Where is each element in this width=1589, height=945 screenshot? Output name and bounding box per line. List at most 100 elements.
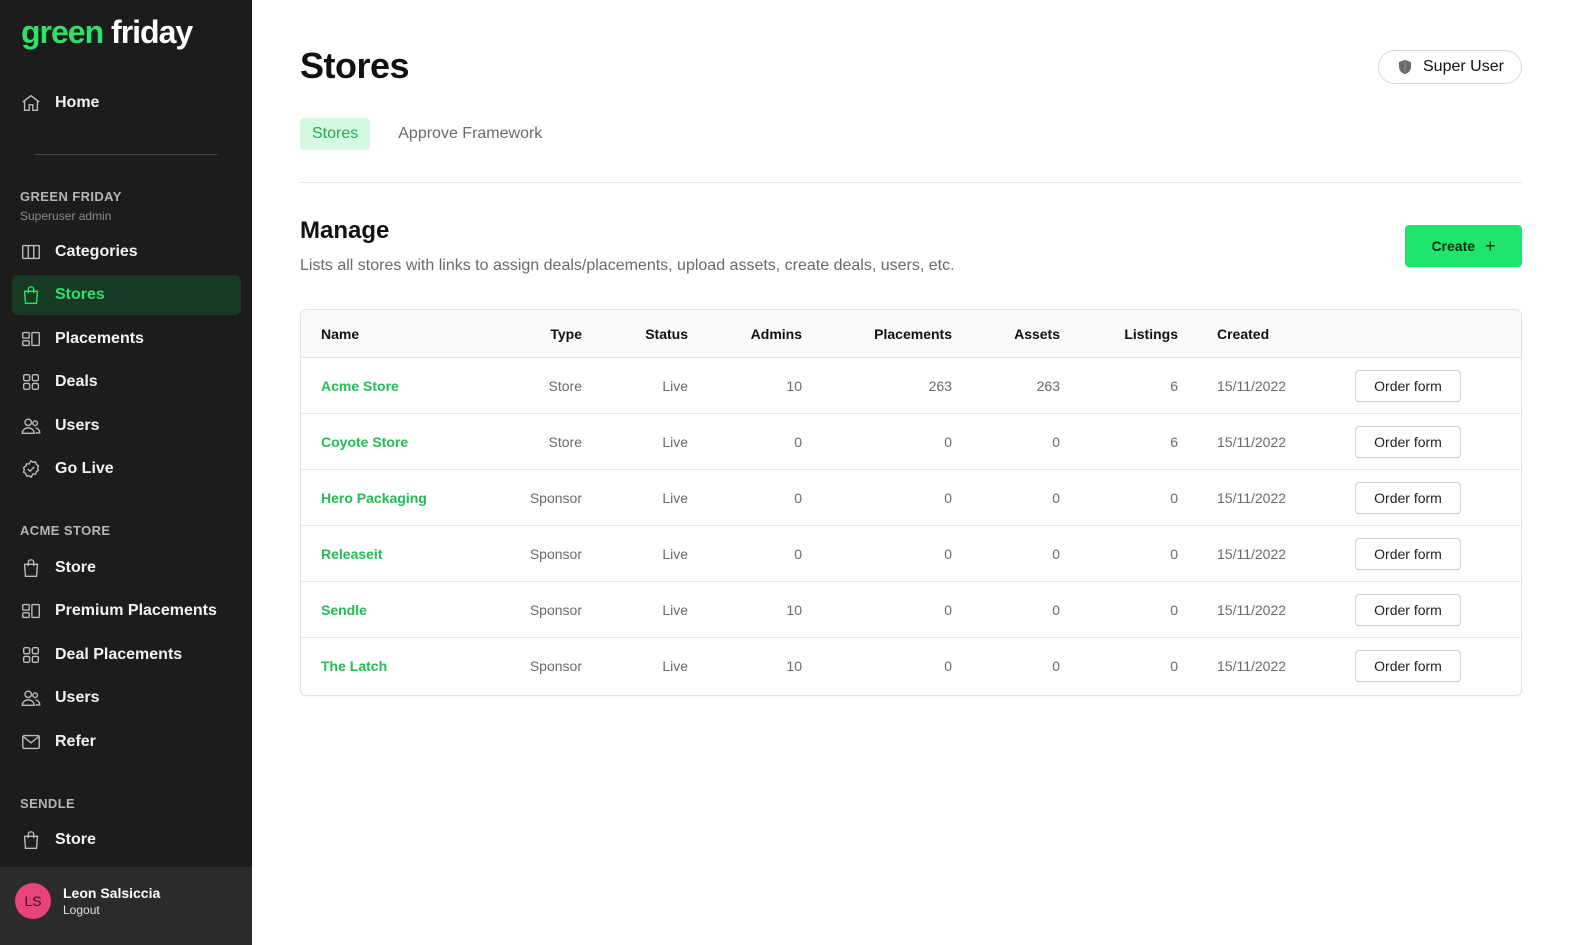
section-subtitle: Superuser admin (20, 209, 112, 223)
role-label: Super User (1423, 58, 1504, 75)
cell-admins: 10 (786, 378, 802, 394)
cell-type: Store (548, 378, 582, 394)
column-header-admins[interactable]: Admins (701, 310, 802, 358)
sidebar-divider (35, 154, 217, 155)
section-description: Lists all stores with links to assign de… (300, 257, 955, 274)
tabs: Stores Approve Framework (300, 118, 554, 150)
column-header-listings[interactable]: Listings (1081, 310, 1178, 358)
logo-part-friday: friday (111, 14, 193, 50)
sidebar-item-label: Users (55, 417, 100, 434)
table-row: Sendle Sponsor Live 10 0 0 0 15/11/2022 … (301, 582, 1521, 638)
sidebar-item-deal-placements[interactable]: Deal Placements (12, 635, 241, 675)
table-row: Coyote Store Store Live 0 0 0 6 15/11/20… (301, 414, 1521, 470)
cell-type: Sponsor (529, 602, 582, 618)
sidebar-item-deals[interactable]: Deals (12, 362, 241, 402)
table-row: Acme Store Store Live 10 263 263 6 15/11… (301, 358, 1521, 414)
store-name-link[interactable]: Acme Store (321, 358, 399, 414)
section-divider (300, 182, 1522, 183)
store-name-link[interactable]: Sendle (321, 582, 367, 638)
shield-icon (1396, 58, 1414, 76)
cell-placements: 0 (944, 490, 952, 506)
sidebar-item-acme-users[interactable]: Users (12, 678, 241, 718)
column-header-created[interactable]: Created (1217, 310, 1269, 358)
order-form-button[interactable]: Order form (1355, 538, 1461, 570)
section-title-green-friday: GREEN FRIDAY (20, 189, 122, 204)
sidebar-item-label: Placements (55, 330, 144, 347)
cell-created: 15/11/2022 (1217, 658, 1287, 674)
store-name-link[interactable]: Releaseit (321, 526, 382, 582)
order-form-button[interactable]: Order form (1355, 594, 1461, 626)
cell-admins: 10 (786, 602, 802, 618)
cell-assets: 0 (1052, 434, 1060, 450)
store-name-link[interactable]: The Latch (321, 638, 387, 694)
column-header-placements[interactable]: Placements (831, 310, 952, 358)
sidebar-item-go-live[interactable]: Go Live (12, 449, 241, 489)
cell-listings: 0 (1170, 490, 1178, 506)
cell-listings: 6 (1170, 378, 1178, 394)
stores-table: Name Type Status Admins Placements Asset… (300, 309, 1522, 696)
sidebar-item-label: Premium Placements (55, 602, 217, 619)
sidebar-item-sendle-store[interactable]: Store (12, 820, 241, 860)
sidebar-item-acme-store[interactable]: Store (12, 548, 241, 588)
cell-type: Sponsor (529, 490, 582, 506)
table-row: Releaseit Sponsor Live 0 0 0 0 15/11/202… (301, 526, 1521, 582)
table-row: The Latch Sponsor Live 10 0 0 0 15/11/20… (301, 638, 1521, 694)
sidebar-item-refer[interactable]: Refer (12, 722, 241, 762)
sidebar-item-label: Categories (55, 243, 138, 260)
cell-status: Live (662, 602, 688, 618)
order-form-button[interactable]: Order form (1355, 650, 1461, 682)
role-badge-button[interactable]: Super User (1378, 50, 1522, 84)
grid-icon (20, 371, 42, 393)
tab-approve-framework[interactable]: Approve Framework (386, 118, 554, 150)
cell-listings: 0 (1170, 658, 1178, 674)
cell-type: Sponsor (529, 546, 582, 562)
green-friday-logo[interactable]: green friday (21, 12, 193, 52)
column-header-type[interactable]: Type (501, 310, 582, 358)
order-form-button[interactable]: Order form (1355, 370, 1461, 402)
sidebar-item-label: Go Live (55, 460, 114, 477)
order-form-button[interactable]: Order form (1355, 426, 1461, 458)
sidebar-item-premium-placements[interactable]: Premium Placements (12, 591, 241, 631)
store-name-link[interactable]: Coyote Store (321, 414, 408, 470)
cell-assets: 263 (1036, 378, 1060, 394)
cell-type: Store (548, 434, 582, 450)
cell-created: 15/11/2022 (1217, 602, 1287, 618)
sidebar-item-users[interactable]: Users (12, 406, 241, 446)
sidebar-item-categories[interactable]: Categories (12, 232, 241, 272)
cell-placements: 263 (928, 378, 952, 394)
plus-icon: + (1485, 236, 1496, 256)
cell-placements: 0 (944, 602, 952, 618)
cell-admins: 0 (794, 490, 802, 506)
shopping-bag-icon (20, 557, 42, 579)
column-header-assets[interactable]: Assets (971, 310, 1060, 358)
user-name: Leon Salsiccia (63, 885, 161, 901)
cell-status: Live (662, 490, 688, 506)
sidebar-item-label: Home (55, 94, 100, 111)
sidebar: green friday Home GREEN FRIDAY Superuser… (0, 0, 252, 945)
cell-placements: 0 (944, 546, 952, 562)
cell-assets: 0 (1052, 546, 1060, 562)
table-header: Name Type Status Admins Placements Asset… (301, 310, 1521, 358)
logo-part-green: green (21, 14, 104, 50)
cell-assets: 0 (1052, 490, 1060, 506)
tab-stores[interactable]: Stores (300, 118, 371, 150)
badge-check-icon (20, 458, 42, 480)
sidebar-item-placements[interactable]: Placements (12, 319, 241, 359)
logout-link[interactable]: Logout (63, 903, 100, 917)
order-form-button[interactable]: Order form (1355, 482, 1461, 514)
column-header-status[interactable]: Status (601, 310, 688, 358)
sidebar-item-home[interactable]: Home (12, 83, 241, 123)
placements-icon (20, 600, 42, 622)
grid-icon (20, 644, 42, 666)
create-button[interactable]: Create + (1405, 225, 1522, 267)
cell-admins: 0 (794, 434, 802, 450)
section-title: Manage (300, 217, 390, 244)
column-header-name[interactable]: Name (321, 310, 359, 358)
avatar[interactable]: LS (15, 883, 51, 919)
sidebar-item-stores[interactable]: Stores (12, 275, 241, 315)
cell-created: 15/11/2022 (1217, 434, 1287, 450)
shopping-bag-icon (20, 284, 42, 306)
sidebar-item-label: Users (55, 689, 100, 706)
store-name-link[interactable]: Hero Packaging (321, 470, 427, 526)
users-icon (20, 687, 42, 709)
